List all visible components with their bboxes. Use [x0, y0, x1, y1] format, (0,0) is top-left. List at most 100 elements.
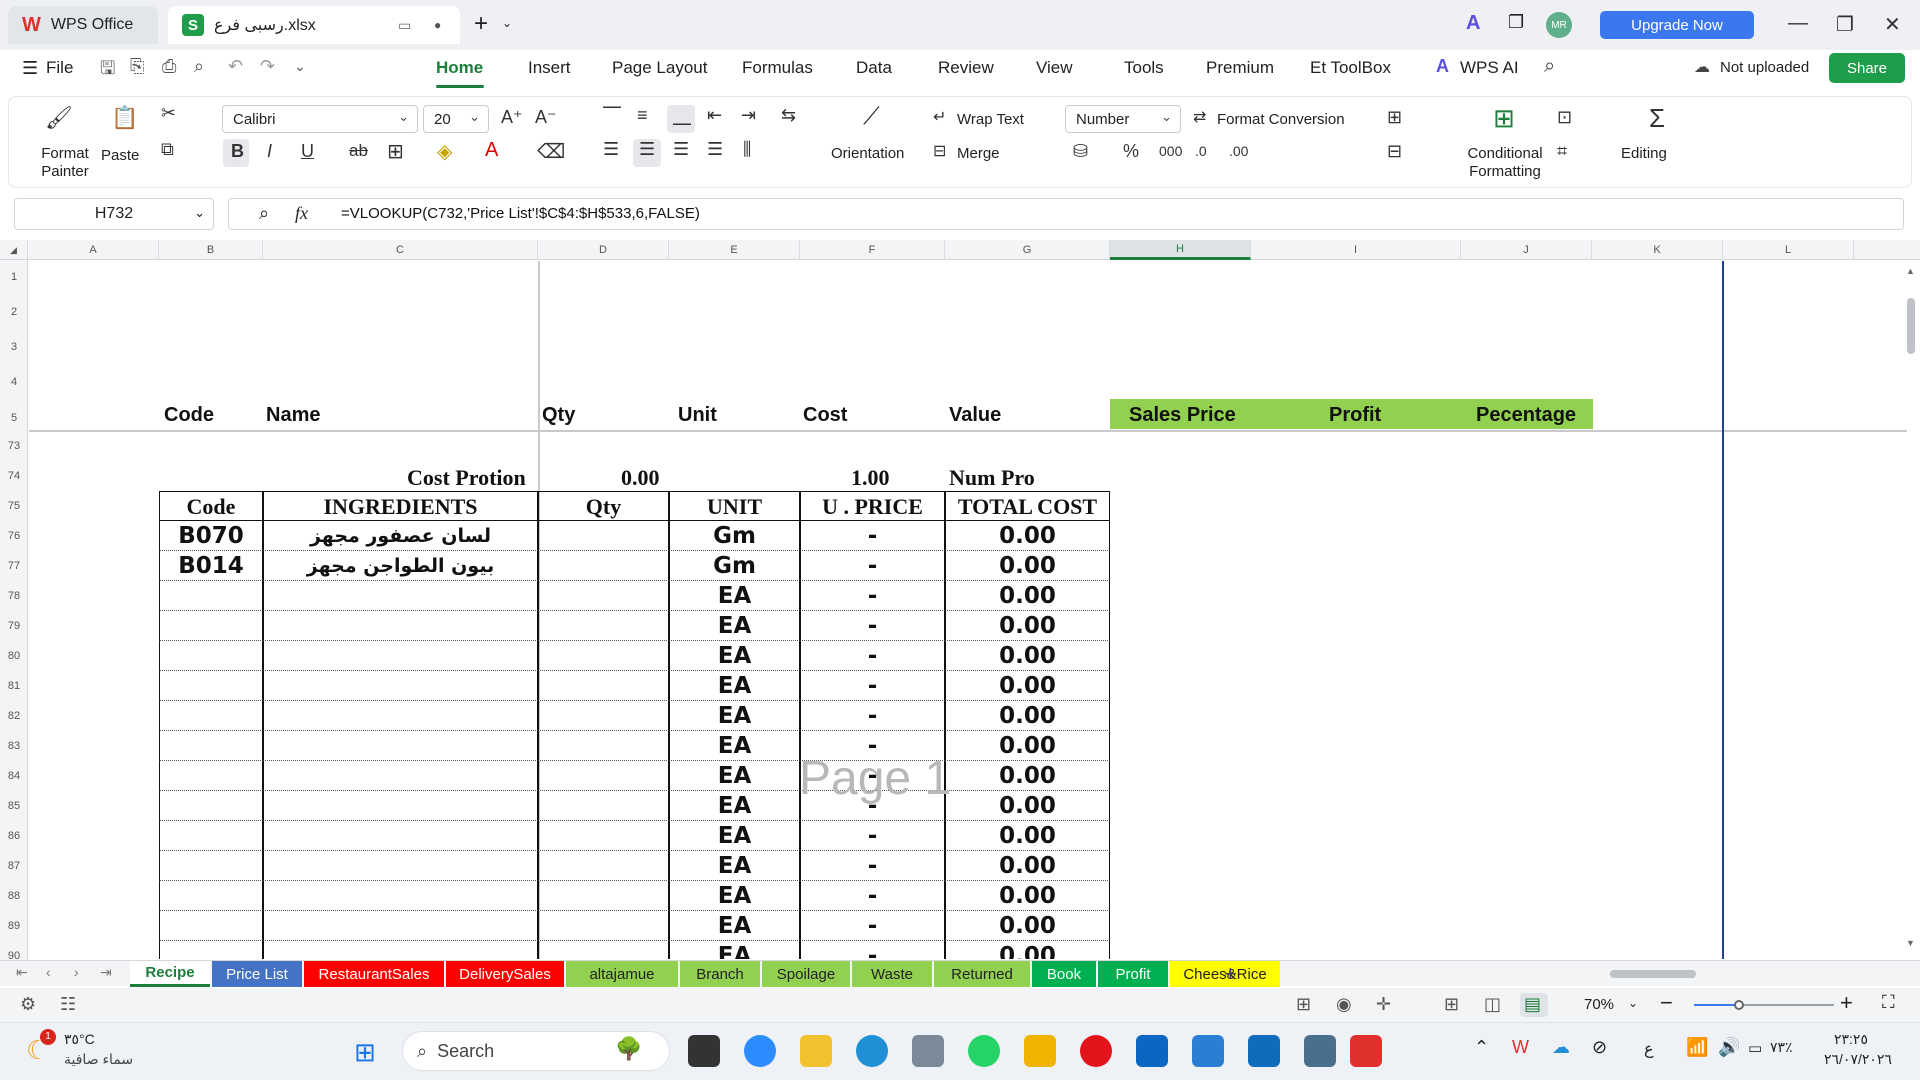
merge-button[interactable]: Merge: [957, 145, 1000, 162]
num-pro-value[interactable]: 1.00: [851, 465, 890, 491]
table-cell-qty[interactable]: [538, 581, 669, 611]
format-painter-icon[interactable]: 🖌: [45, 105, 73, 131]
table-cell-name[interactable]: [263, 761, 538, 791]
accessibility-icon[interactable]: ☷: [60, 994, 76, 1015]
strikethrough-icon[interactable]: ab: [349, 141, 368, 161]
table-cell-code[interactable]: [159, 941, 263, 959]
scroll-down-icon[interactable]: ▼: [1906, 938, 1915, 948]
name-box[interactable]: H732 ⌄: [14, 198, 214, 230]
table-cell-name[interactable]: [263, 911, 538, 941]
column-header-b[interactable]: B: [159, 240, 263, 260]
table-cell-qty[interactable]: [538, 521, 669, 551]
conditional-formatting-button[interactable]: Conditional Formatting: [1455, 145, 1555, 181]
row-header[interactable]: 1: [0, 271, 28, 283]
zoom-level[interactable]: 70%: [1584, 996, 1614, 1013]
share-button[interactable]: Share: [1829, 53, 1905, 83]
table-header-cell[interactable]: U . PRICE: [800, 491, 945, 521]
table-cell-qty[interactable]: [538, 941, 669, 959]
column-header-h[interactable]: H: [1110, 240, 1251, 260]
header-percentage[interactable]: Pecentage: [1476, 404, 1576, 427]
row-header[interactable]: 87: [0, 860, 28, 872]
sheet-tab-waste[interactable]: Waste: [852, 961, 932, 987]
table-cell-unit[interactable]: EA: [669, 761, 800, 791]
sheet-tab-altajamue[interactable]: altajamue: [566, 961, 678, 987]
table-cell-code[interactable]: [159, 821, 263, 851]
table-cell-unit[interactable]: Gm: [669, 551, 800, 581]
column-header-g[interactable]: G: [945, 240, 1110, 260]
sheet-tab-profit[interactable]: Profit: [1098, 961, 1168, 987]
print-icon[interactable]: ⎙: [162, 56, 176, 77]
column-header-a[interactable]: A: [28, 240, 159, 260]
menu-insert[interactable]: Insert: [528, 58, 571, 78]
sheet-tab-price-list[interactable]: Price List: [212, 961, 302, 987]
menu-page-layout[interactable]: Page Layout: [612, 58, 707, 78]
row-header[interactable]: 3: [0, 341, 28, 353]
row-column-icon[interactable]: ⌗: [1557, 141, 1567, 162]
menu-home[interactable]: Home: [436, 58, 483, 78]
file-explorer-icon[interactable]: [800, 1035, 832, 1067]
table-cell-qty[interactable]: [538, 551, 669, 581]
menu-et-toolbox[interactable]: Et ToolBox: [1310, 58, 1391, 78]
column-header-f[interactable]: F: [800, 240, 945, 260]
row-header[interactable]: 80: [0, 650, 28, 662]
fullscreen-icon[interactable]: ⛶: [1882, 992, 1895, 1013]
notifications-off-icon[interactable]: ⊘: [1592, 1037, 1607, 1058]
scroll-up-icon[interactable]: ▲: [1906, 266, 1915, 276]
thousands-separator-icon[interactable]: 000: [1159, 143, 1182, 159]
row-header[interactable]: 78: [0, 590, 28, 602]
table-cell-total[interactable]: 0.00: [945, 731, 1110, 761]
column-header-l[interactable]: L: [1723, 240, 1854, 260]
file-tab[interactable]: S رسبى فرع.xlsx ▭ ●: [168, 6, 460, 44]
add-sheet-icon[interactable]: +: [1224, 961, 1237, 987]
num-pro-label[interactable]: Num Pro: [949, 465, 1035, 491]
table-cell-price[interactable]: -: [800, 941, 945, 959]
linkedin-icon[interactable]: [1136, 1035, 1168, 1067]
column-header-k[interactable]: K: [1592, 240, 1723, 260]
decrease-indent-icon[interactable]: ⇤: [707, 105, 722, 126]
table-cell-name[interactable]: [263, 881, 538, 911]
wrap-text-button[interactable]: Wrap Text: [957, 111, 1024, 128]
next-sheet-icon[interactable]: ›: [74, 964, 79, 980]
currency-icon[interactable]: ⛁: [1073, 141, 1088, 162]
table-cell-qty[interactable]: [538, 671, 669, 701]
decrease-decimal-icon[interactable]: .00: [1229, 143, 1248, 159]
table-cell-code[interactable]: B070: [159, 521, 263, 551]
column-header-i[interactable]: I: [1251, 240, 1461, 260]
avatar[interactable]: MR: [1546, 12, 1572, 38]
column-header-c[interactable]: C: [263, 240, 538, 260]
tray-wps-icon[interactable]: W: [1512, 1037, 1529, 1058]
wps-office-tab[interactable]: W WPS Office: [8, 6, 158, 44]
row-header[interactable]: 74: [0, 470, 28, 482]
row-header[interactable]: 88: [0, 890, 28, 902]
reading-mode-icon[interactable]: ⊞: [1296, 994, 1311, 1015]
menu-review[interactable]: Review: [938, 58, 994, 78]
task-view-icon[interactable]: [688, 1035, 720, 1067]
clock-date[interactable]: ٢٦/٠٧/٢٠٢٦: [1824, 1051, 1892, 1068]
table-header-cell[interactable]: Qty: [538, 491, 669, 521]
table-cell-total[interactable]: 0.00: [945, 851, 1110, 881]
header-unit[interactable]: Unit: [678, 404, 717, 427]
row-header[interactable]: 77: [0, 560, 28, 572]
table-cell-code[interactable]: [159, 791, 263, 821]
undo-icon[interactable]: ↶: [228, 56, 243, 77]
table-cell-name[interactable]: [263, 821, 538, 851]
table-cell-code[interactable]: [159, 731, 263, 761]
normal-view-icon[interactable]: ⊞: [1444, 994, 1459, 1015]
row-header[interactable]: 84: [0, 770, 28, 782]
table-cell-code[interactable]: [159, 671, 263, 701]
paste-button[interactable]: Paste: [101, 147, 139, 164]
sheet-tab-spoilage[interactable]: Spoilage: [762, 961, 850, 987]
orientation-icon[interactable]: ⟋: [863, 103, 880, 131]
outlook-icon[interactable]: [1248, 1035, 1280, 1067]
onedrive-icon[interactable]: ☁: [1552, 1037, 1570, 1058]
increase-decimal-icon[interactable]: .0: [1195, 143, 1207, 159]
header-name[interactable]: Name: [266, 404, 320, 427]
row-header[interactable]: 75: [0, 500, 28, 512]
select-all-corner[interactable]: ◢: [0, 240, 28, 260]
table-cell-unit[interactable]: EA: [669, 851, 800, 881]
table-cell-name[interactable]: [263, 641, 538, 671]
table-cell-code[interactable]: B014: [159, 551, 263, 581]
table-cell-code[interactable]: [159, 611, 263, 641]
table-cell-name[interactable]: [263, 581, 538, 611]
menu-view[interactable]: View: [1036, 58, 1073, 78]
